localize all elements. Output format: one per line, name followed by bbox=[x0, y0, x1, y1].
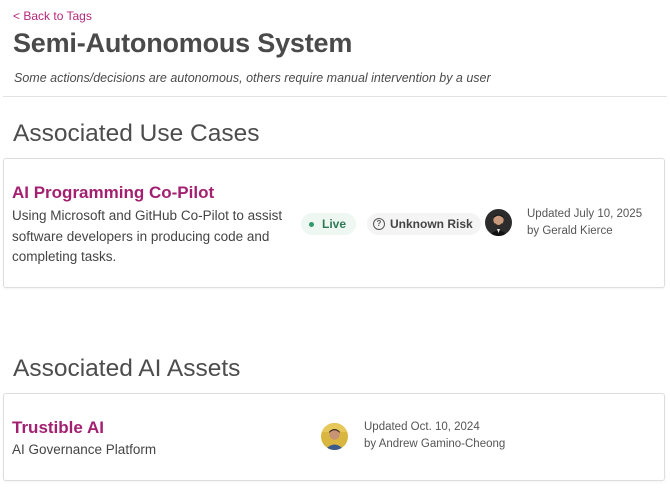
ai-asset-card[interactable]: Trustible AI AI Governance Platform Upda… bbox=[3, 393, 665, 481]
ai-asset-description: AI Governance Platform bbox=[12, 442, 157, 457]
status-dot-icon bbox=[309, 221, 314, 227]
updated-author: by Andrew Gamino-Cheong bbox=[364, 438, 506, 450]
author-avatar bbox=[485, 209, 512, 236]
back-to-tags-link[interactable]: < Back to Tags bbox=[13, 9, 92, 23]
updated-author: by Gerald Kierce bbox=[527, 225, 613, 237]
ai-asset-updated-info: Updated Oct. 10, 2024 by Andrew Gamino-C… bbox=[364, 419, 505, 453]
ai-asset-title-link[interactable]: Trustible AI bbox=[12, 418, 104, 438]
risk-label: Unknown Risk bbox=[390, 217, 473, 231]
status-badge: Live bbox=[301, 213, 357, 235]
use-cases-heading: Associated Use Cases bbox=[13, 120, 260, 147]
avatar-photo-icon bbox=[321, 423, 348, 450]
author-avatar bbox=[321, 423, 348, 450]
status-label: Live bbox=[322, 217, 347, 231]
header-divider bbox=[3, 96, 667, 97]
risk-badge: ? Unknown Risk bbox=[367, 213, 481, 235]
avatar-photo-icon bbox=[485, 209, 512, 236]
ai-assets-heading: Associated AI Assets bbox=[13, 355, 241, 382]
updated-date: Updated Oct. 10, 2024 bbox=[364, 421, 480, 433]
updated-date: Updated July 10, 2025 bbox=[527, 208, 643, 220]
use-case-card[interactable]: AI Programming Co-Pilot Using Microsoft … bbox=[3, 158, 665, 288]
use-case-description: Using Microsoft and GitHub Co-Pilot to a… bbox=[12, 208, 283, 264]
page-title: Semi-Autonomous System bbox=[13, 28, 353, 58]
use-case-title-link[interactable]: AI Programming Co-Pilot bbox=[12, 183, 214, 203]
page-subtitle: Some actions/decisions are autonomous, o… bbox=[14, 71, 491, 85]
question-circle-icon: ? bbox=[373, 218, 385, 230]
use-case-updated-info: Updated July 10, 2025 by Gerald Kierce bbox=[527, 206, 642, 240]
page: < Back to Tags Semi-Autonomous System So… bbox=[0, 0, 670, 490]
